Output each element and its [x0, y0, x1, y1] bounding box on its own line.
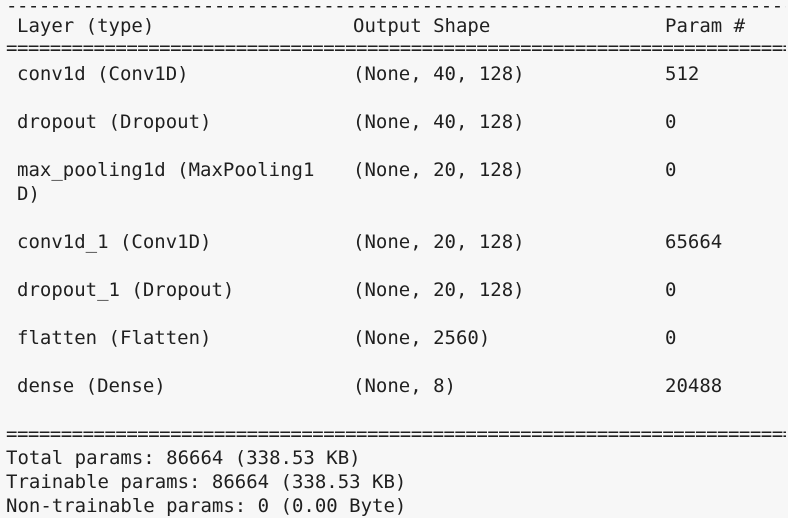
layer-output-shape: (None, 20, 128) [353, 159, 525, 181]
table-header: Layer (type) Output Shape Param # [0, 14, 788, 38]
layer-name: flatten (Flatten) [17, 327, 212, 349]
top-dashed-rule: ----------------------------------------… [6, 0, 786, 12]
layer-param-count: 512 [665, 63, 700, 85]
layer-param-count: 0 [665, 327, 677, 349]
table-row: conv1d (Conv1D) (None, 40, 128) 512 [0, 62, 788, 86]
header-output-shape: Output Shape [353, 15, 491, 37]
header-layer-type: Layer (type) [17, 15, 155, 37]
trainable-params: Trainable params: 86664 (338.53 KB) [6, 471, 407, 493]
layer-output-shape: (None, 20, 128) [353, 279, 525, 301]
header-double-rule: ========================================… [6, 42, 786, 54]
table-row: conv1d_1 (Conv1D) (None, 20, 128) 65664 [0, 230, 788, 254]
layer-param-count: 0 [665, 159, 677, 181]
table-row: max_pooling1d (MaxPooling1 (None, 20, 12… [0, 158, 788, 182]
table-row: dropout_1 (Dropout) (None, 20, 128) 0 [0, 278, 788, 302]
layer-name: dense (Dense) [17, 375, 166, 397]
layer-output-shape: (None, 40, 128) [353, 111, 525, 133]
table-row-continuation: D) [0, 182, 788, 206]
layer-output-shape: (None, 8) [353, 375, 456, 397]
layer-output-shape: (None, 2560) [353, 327, 491, 349]
table-row: dense (Dense) (None, 8) 20488 [0, 374, 788, 398]
layer-output-shape: (None, 40, 128) [353, 63, 525, 85]
header-param-count: Param # [665, 15, 746, 37]
layer-name: conv1d (Conv1D) [17, 63, 189, 85]
footer-double-rule: ========================================… [6, 428, 786, 440]
layer-param-count: 20488 [665, 375, 723, 397]
layer-param-count: 0 [665, 279, 677, 301]
table-row: flatten (Flatten) (None, 2560) 0 [0, 326, 788, 350]
layer-name: dropout_1 (Dropout) [17, 279, 235, 301]
layer-name: conv1d_1 (Conv1D) [17, 231, 212, 253]
layer-param-count: 0 [665, 111, 677, 133]
layer-name: dropout (Dropout) [17, 111, 212, 133]
non-trainable-params: Non-trainable params: 0 (0.00 Byte) [6, 495, 407, 517]
layer-output-shape: (None, 20, 128) [353, 231, 525, 253]
layer-param-count: 65664 [665, 231, 723, 253]
layer-name: max_pooling1d (MaxPooling1 [17, 159, 315, 181]
table-row: dropout (Dropout) (None, 40, 128) 0 [0, 110, 788, 134]
total-params: Total params: 86664 (338.53 KB) [6, 447, 361, 469]
layer-name-continuation: D) [17, 183, 40, 205]
